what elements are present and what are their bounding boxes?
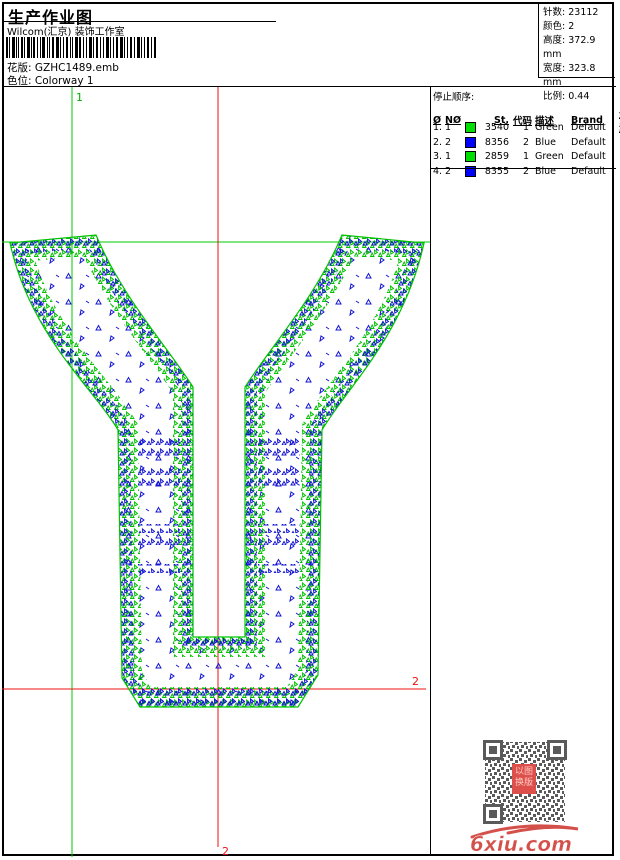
table-row: 2. 2 8356 2 Blue Default: [433, 136, 606, 148]
start-marker-label: 1: [76, 91, 83, 104]
production-worksheet-page: 生产作业图 Wilcom(汇京) 装饰工作室 花版: GZHC1489.emb …: [0, 0, 620, 860]
company-name: Wilcom(汇京) 装饰工作室: [7, 27, 125, 38]
end-marker-label-right: 2: [412, 675, 419, 688]
stat-height: 高度: 372.9 mm: [543, 35, 596, 60]
thread-color-swatch: [465, 136, 476, 148]
thread-color-swatch: [465, 122, 476, 134]
end-marker-label-bottom: 2: [222, 845, 229, 857]
table-row: 1. 1 3540 1 Green Default: [433, 122, 606, 134]
site-watermark-logo: 6xiu.com: [470, 824, 579, 856]
start-crosshair: [2, 87, 430, 857]
table-row: 4. 2 8355 2 Blue Default: [433, 165, 606, 177]
site-watermark-text: 6xiu.com: [470, 832, 572, 856]
title-underline: [4, 21, 276, 22]
table-row: 3. 1 2859 1 Green Default: [433, 151, 606, 163]
red-seal-stamp: 以图 换版: [512, 764, 536, 794]
stat-colors: 颜色: 2: [543, 21, 575, 32]
thread-color-swatch: [465, 151, 476, 163]
stop-sequence-title: 停止顺序:: [433, 92, 475, 103]
embroidery-design-canvas: 1 2 2: [2, 87, 430, 857]
barcode: [6, 37, 156, 58]
stop-sequence-panel: 停止顺序: Ø NØ St. 代码 描述 Brand 元素 1. 1 3540 …: [433, 89, 620, 179]
design-stats-panel: 针数: 23112 颜色: 2 高度: 372.9 mm 宽度: 323.8 m…: [538, 3, 615, 102]
stop-sequence-header: Ø NØ St. 代码 描述 Brand 元素: [433, 106, 620, 134]
end-crosshair: [2, 87, 426, 847]
stat-stitches: 针数: 23112: [543, 7, 599, 18]
panel-divider: [430, 87, 431, 856]
table-bottom-rule: [430, 168, 616, 169]
